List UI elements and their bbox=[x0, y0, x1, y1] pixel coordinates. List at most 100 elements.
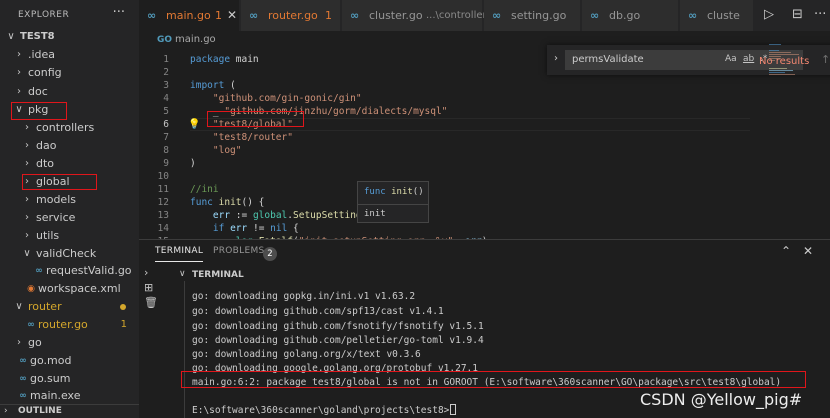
tree-item-doc[interactable]: › doc bbox=[0, 83, 139, 101]
tree-item-go-mod[interactable]: ∞ go.mod bbox=[0, 352, 139, 370]
tree-item-config[interactable]: › config bbox=[0, 64, 139, 82]
tree-item-router[interactable]: ∨ router bbox=[0, 298, 139, 316]
tab-setting-go[interactable]: ∞ setting.go bbox=[484, 0, 581, 31]
code-text: import ( bbox=[190, 79, 236, 92]
tree-item-workspace-xml[interactable]: ◉ workspace.xml bbox=[0, 280, 139, 298]
tree-item-utils[interactable]: › utils bbox=[0, 227, 139, 245]
code-text: "test8/router" bbox=[190, 131, 293, 144]
go-file-icon: ∞ bbox=[27, 320, 35, 330]
find-input-value: permsValidate bbox=[572, 54, 644, 65]
tree-item-service[interactable]: › service bbox=[0, 209, 139, 227]
tree-item-label: service bbox=[36, 211, 76, 224]
tree-item-global[interactable]: › global bbox=[0, 173, 139, 191]
tree-item-label: go.sum bbox=[30, 372, 71, 385]
hover-tooltip: func init() init bbox=[357, 181, 429, 223]
split-editor-icon[interactable]: ⊟ bbox=[792, 7, 803, 22]
code-text: //ini bbox=[190, 183, 219, 196]
tab-cluste[interactable]: ∞ cluste bbox=[680, 0, 754, 31]
tab-router-go[interactable]: ∞ router.go 1 bbox=[241, 0, 341, 31]
tree-item-label: go.mod bbox=[30, 354, 72, 367]
code-line[interactable]: 10 bbox=[139, 170, 779, 183]
tab-label: cluster.go bbox=[369, 9, 423, 22]
outline-section[interactable]: › OUTLINE bbox=[0, 404, 139, 418]
tree-item-validcheck[interactable]: ∨ validCheck bbox=[0, 245, 139, 263]
minimap-line bbox=[769, 50, 779, 51]
tree-item-dao[interactable]: › dao bbox=[0, 137, 139, 155]
code-line[interactable]: 14 if err != nil { bbox=[139, 222, 779, 235]
code-text: package main bbox=[190, 53, 259, 66]
tree-item-dto[interactable]: › dto bbox=[0, 155, 139, 173]
line-number: 8 bbox=[163, 145, 169, 156]
terminal-line: go: downloading github.com/pelletier/go-… bbox=[192, 334, 484, 348]
line-number: 9 bbox=[163, 158, 169, 169]
code-line[interactable]: 5 _ "github.com/jinzhu/gorm/dialects/mys… bbox=[139, 105, 779, 118]
maximize-panel-icon[interactable]: ⌃ bbox=[781, 244, 791, 258]
line-number: 13 bbox=[157, 210, 169, 221]
toggle-replace-icon[interactable]: › bbox=[554, 53, 558, 64]
tab-db-go[interactable]: ∞ db.go bbox=[582, 0, 679, 31]
tree-item-idea[interactable]: › .idea bbox=[0, 46, 139, 64]
tree-item-models[interactable]: › models bbox=[0, 191, 139, 209]
breadcrumb[interactable]: GO main.go bbox=[157, 33, 216, 47]
code-line[interactable]: 7 "test8/router" bbox=[139, 131, 779, 144]
close-tab-icon[interactable]: ✕ bbox=[227, 0, 237, 31]
tree-item-pkg[interactable]: ∨ pkg bbox=[0, 101, 139, 119]
code-token: != bbox=[247, 223, 271, 234]
previous-match-icon[interactable]: ↑ bbox=[821, 53, 830, 66]
tree-item-go-sum[interactable]: ∞ go.sum bbox=[0, 370, 139, 388]
whole-word-icon[interactable]: ab bbox=[743, 54, 754, 64]
line-number-gutter: 8 bbox=[139, 144, 169, 157]
code-line[interactable]: 11 //ini bbox=[139, 183, 779, 196]
go-file-icon: ∞ bbox=[147, 9, 157, 22]
tree-item-label: doc bbox=[28, 85, 48, 98]
code-token: func bbox=[190, 197, 213, 208]
breadcrumb-file[interactable]: main.go bbox=[175, 34, 216, 45]
tree-item-requestvalid-go[interactable]: ∞ requestValid.go bbox=[0, 262, 139, 280]
terminal-delete-icon[interactable]: 🗑 bbox=[144, 296, 158, 309]
tab-terminal[interactable]: TERMINAL bbox=[155, 246, 204, 262]
code-editor[interactable]: GO main.go 1 package main 2 3 import (4 "gith… bbox=[139, 31, 830, 239]
code-line[interactable]: 4 "github.com/gin-gonic/gin" bbox=[139, 92, 779, 105]
line-number-gutter: 13 bbox=[139, 209, 169, 222]
terminal-expand-icon[interactable]: › bbox=[144, 266, 148, 279]
terminal-scroll-track bbox=[179, 281, 185, 418]
code-token: ( bbox=[224, 80, 236, 91]
tree-item-test8[interactable]: ∨ TEST8 bbox=[0, 28, 139, 46]
go-file-icon: ∞ bbox=[19, 356, 27, 366]
code-line[interactable]: 13 err := global.SetupSetting() bbox=[139, 209, 779, 222]
tab-label: setting.go bbox=[511, 9, 567, 22]
code-line[interactable]: 9) bbox=[139, 157, 779, 170]
tab-cluster-go[interactable]: ∞ cluster.go ...\controllers bbox=[342, 0, 492, 31]
minimap-line bbox=[769, 56, 781, 57]
code-line[interactable]: 6 💡 "test8/global" bbox=[139, 118, 779, 131]
terminal-line-text: main.go:6:2: package test8/global is not… bbox=[192, 377, 782, 388]
tree-item-router-go[interactable]: ∞ router.go 1 bbox=[0, 316, 139, 334]
line-number-gutter: 7 bbox=[139, 131, 169, 144]
tree-item-label: pkg bbox=[28, 103, 49, 116]
tree-item-go[interactable]: › go bbox=[0, 334, 139, 352]
run-icon[interactable]: ▷ bbox=[764, 7, 774, 22]
code-line[interactable]: 8 "log" bbox=[139, 144, 779, 157]
chevron-down-icon: ∨ bbox=[7, 31, 15, 42]
tab-problems[interactable]: PROBLEMS bbox=[213, 246, 265, 262]
code-token: init bbox=[218, 197, 242, 208]
line-number-gutter: 11 bbox=[139, 183, 169, 196]
go-file-icon: ∞ bbox=[688, 9, 698, 22]
more-actions-icon[interactable]: ··· bbox=[814, 7, 826, 22]
tree-item-label: router.go bbox=[38, 318, 88, 331]
line-number-gutter: 1 bbox=[139, 53, 169, 66]
terminal-new-icon[interactable]: ⊞ bbox=[144, 281, 153, 294]
code-token: _ bbox=[212, 106, 225, 117]
terminal-line-text: go: downloading google.golang.org/protob… bbox=[192, 363, 478, 374]
code-line[interactable]: 12 func init() { bbox=[139, 196, 779, 209]
match-case-icon[interactable]: Aa bbox=[725, 54, 737, 64]
close-panel-icon[interactable]: ✕ bbox=[803, 244, 813, 258]
code-line[interactable]: 3 import ( bbox=[139, 79, 779, 92]
tree-item-controllers[interactable]: › controllers bbox=[0, 119, 139, 137]
go-file-icon: ∞ bbox=[492, 9, 502, 22]
tab-main-go[interactable]: ∞ main.go 1 ✕ bbox=[139, 0, 240, 31]
tab-description: ...\controllers bbox=[426, 10, 492, 21]
explorer-more-icon[interactable]: ··· bbox=[113, 5, 125, 20]
tree-item-main-exe[interactable]: ∞ main.exe bbox=[0, 387, 139, 405]
